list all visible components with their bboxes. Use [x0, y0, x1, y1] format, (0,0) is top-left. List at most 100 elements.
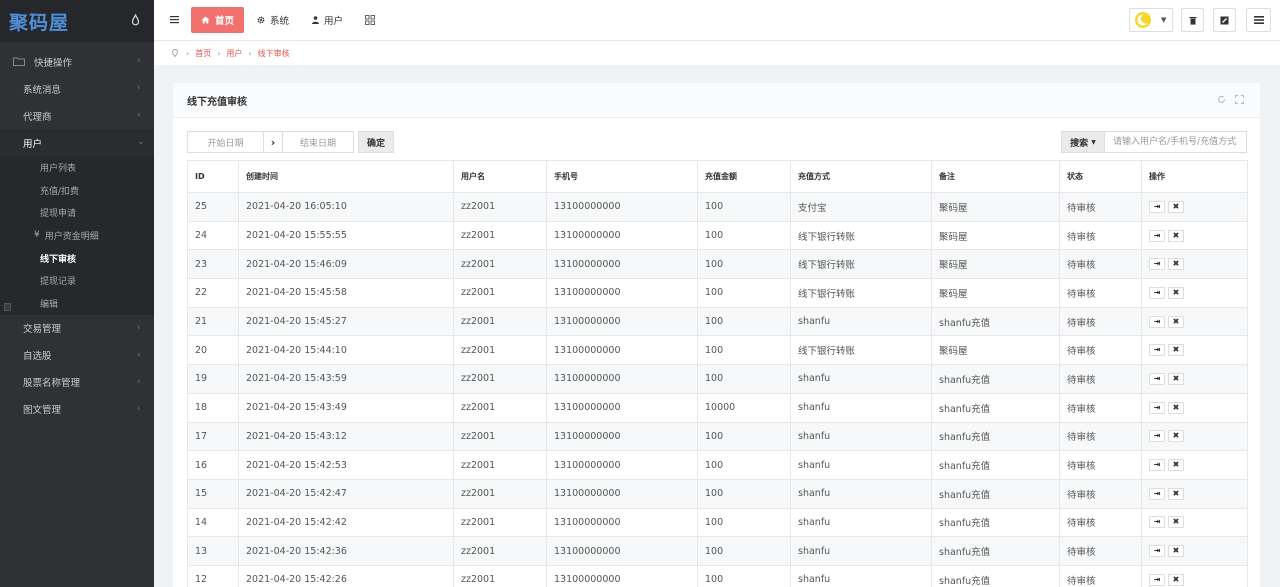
sidebar-subitem-edit[interactable]: 编辑	[0, 292, 154, 315]
cell-method: shanfu	[790, 564, 932, 587]
nav-apps-button[interactable]	[365, 7, 380, 33]
sidebar-resize-handle[interactable]	[4, 303, 11, 311]
refresh-icon[interactable]	[1217, 95, 1226, 104]
cell-status: 待审核	[1059, 278, 1142, 308]
row-actions: ⇥ ✖	[1149, 229, 1247, 242]
approve-icon[interactable]: ⇥	[1149, 487, 1165, 500]
reject-icon[interactable]: ✖	[1168, 229, 1184, 242]
cell-status: 待审核	[1059, 450, 1142, 480]
confirm-button[interactable]: 确定	[358, 131, 394, 153]
breadcrumb-user[interactable]: 用户	[226, 48, 242, 59]
sidebar-subitem-withdraw-records[interactable]: 提现记录	[0, 269, 154, 292]
cell-phone: 13100000000	[546, 278, 698, 308]
cell-id: 20	[187, 335, 239, 366]
reject-icon[interactable]: ✖	[1168, 258, 1184, 271]
cell-created-at: 2021-04-20 15:42:47	[238, 478, 454, 509]
reject-icon[interactable]: ✖	[1168, 516, 1184, 529]
cell-remark: 聚码屋	[931, 192, 1060, 222]
sidebar-subitem-withdraw[interactable]: 提现申请	[0, 201, 154, 224]
approve-icon[interactable]: ⇥	[1149, 401, 1165, 414]
reject-icon[interactable]: ✖	[1168, 401, 1184, 414]
hamburger-icon[interactable]	[170, 15, 179, 24]
search-input[interactable]	[1105, 131, 1247, 153]
reject-icon[interactable]: ✖	[1168, 344, 1184, 357]
approve-icon[interactable]: ⇥	[1149, 459, 1165, 472]
approve-icon[interactable]: ⇥	[1149, 545, 1165, 558]
cell-remark: shanfu充值	[931, 450, 1060, 480]
sidebar-subitem-fund-detail[interactable]: ¥ 用户资金明细	[0, 224, 154, 247]
cell-status: 待审核	[1059, 564, 1142, 587]
cell-created-at: 2021-04-20 15:45:58	[238, 278, 454, 308]
topbar: 首页 系统 用户 ▼	[154, 0, 1280, 41]
sidebar-item-quick-ops[interactable]: 快捷操作 ‹	[0, 48, 154, 75]
start-date-input[interactable]: 开始日期	[187, 131, 264, 153]
trash-button[interactable]	[1181, 8, 1204, 32]
sidebar-item-watchlist[interactable]: 自选股 ‹	[0, 342, 154, 369]
cell-actions: ⇥ ✖	[1141, 249, 1248, 280]
nav-user-button[interactable]: 用户	[312, 7, 343, 33]
reject-icon[interactable]: ✖	[1168, 573, 1184, 586]
sidebar-item-articles[interactable]: 图文管理 ‹	[0, 396, 154, 423]
cell-username: zz2001	[453, 478, 547, 509]
chevron-left-icon: ‹	[137, 110, 141, 120]
approve-icon[interactable]: ⇥	[1149, 286, 1165, 299]
nav-home-button[interactable]: 首页	[191, 7, 244, 33]
search-dropdown-button[interactable]: 搜索 ▼	[1061, 131, 1105, 153]
cell-status: 待审核	[1059, 192, 1142, 222]
sidebar-item-agents[interactable]: 代理商 ‹	[0, 102, 154, 129]
sidebar-subitem-user-list[interactable]: 用户列表	[0, 156, 154, 179]
row-actions: ⇥ ✖	[1149, 545, 1247, 558]
sidebar-subitem-recharge[interactable]: 充值/扣费	[0, 179, 154, 202]
row-actions: ⇥ ✖	[1149, 315, 1247, 328]
nav-system-button[interactable]: 系统	[257, 7, 289, 33]
cell-remark: shanfu充值	[931, 392, 1060, 423]
approve-icon[interactable]: ⇥	[1149, 430, 1165, 443]
cell-username: zz2001	[453, 278, 547, 308]
reject-icon[interactable]: ✖	[1168, 430, 1184, 443]
reject-icon[interactable]: ✖	[1168, 459, 1184, 472]
settings-menu-button[interactable]	[1246, 8, 1271, 32]
sidebar-subitem-label: 编辑	[40, 299, 59, 310]
approve-icon[interactable]: ⇥	[1149, 573, 1165, 586]
breadcrumb-home[interactable]: 首页	[195, 48, 211, 59]
sidebar-item-stock-names[interactable]: 股票名称管理 ‹	[0, 369, 154, 396]
approve-icon[interactable]: ⇥	[1149, 229, 1165, 242]
approve-icon[interactable]: ⇥	[1149, 200, 1165, 213]
end-date-input[interactable]: 结束日期	[283, 131, 354, 153]
chevron-left-icon: ‹	[137, 322, 141, 333]
reject-icon[interactable]: ✖	[1168, 372, 1184, 385]
sidebar-item-trading[interactable]: 交易管理 ‹	[0, 315, 154, 342]
cell-status: 待审核	[1059, 335, 1142, 366]
table-row: 13 2021-04-20 15:42:36 zz2001 13100000000 10…	[187, 536, 1248, 566]
reject-icon[interactable]: ✖	[1168, 315, 1184, 328]
approve-icon[interactable]: ⇥	[1149, 372, 1165, 385]
water-drop-icon[interactable]	[131, 14, 140, 26]
approve-icon[interactable]: ⇥	[1149, 315, 1165, 328]
cell-status: 待审核	[1059, 478, 1142, 509]
theme-dropdown[interactable]: ▼	[1129, 8, 1173, 32]
sidebar-subitem-offline-review[interactable]: 线下审核	[0, 247, 154, 270]
reject-icon[interactable]: ✖	[1168, 286, 1184, 299]
edit-button[interactable]	[1213, 8, 1236, 32]
cell-created-at: 2021-04-20 15:42:26	[238, 564, 454, 587]
cell-phone: 13100000000	[546, 450, 698, 480]
cell-username: zz2001	[453, 364, 547, 394]
cell-method: 线下银行转账	[790, 220, 932, 251]
sidebar-item-label: 代理商	[23, 111, 52, 123]
sidebar-item-messages[interactable]: 系统消息 ‹	[0, 75, 154, 102]
approve-icon[interactable]: ⇥	[1149, 516, 1165, 529]
sidebar-subitem-label: 提现申请	[40, 209, 77, 220]
edit-icon	[1220, 16, 1229, 24]
sidebar-item-users[interactable]: 用户 ⌄	[0, 129, 154, 156]
cell-phone: 13100000000	[546, 192, 698, 222]
column-header: 状态	[1059, 160, 1142, 193]
expand-icon[interactable]	[1235, 95, 1244, 104]
approve-icon[interactable]: ⇥	[1149, 258, 1165, 271]
chevron-left-icon: ‹	[137, 376, 141, 387]
row-actions: ⇥ ✖	[1149, 516, 1247, 529]
reject-icon[interactable]: ✖	[1168, 200, 1184, 213]
reject-icon[interactable]: ✖	[1168, 487, 1184, 500]
chevron-down-icon: ⌄	[137, 137, 145, 147]
approve-icon[interactable]: ⇥	[1149, 344, 1165, 357]
reject-icon[interactable]: ✖	[1168, 545, 1184, 558]
